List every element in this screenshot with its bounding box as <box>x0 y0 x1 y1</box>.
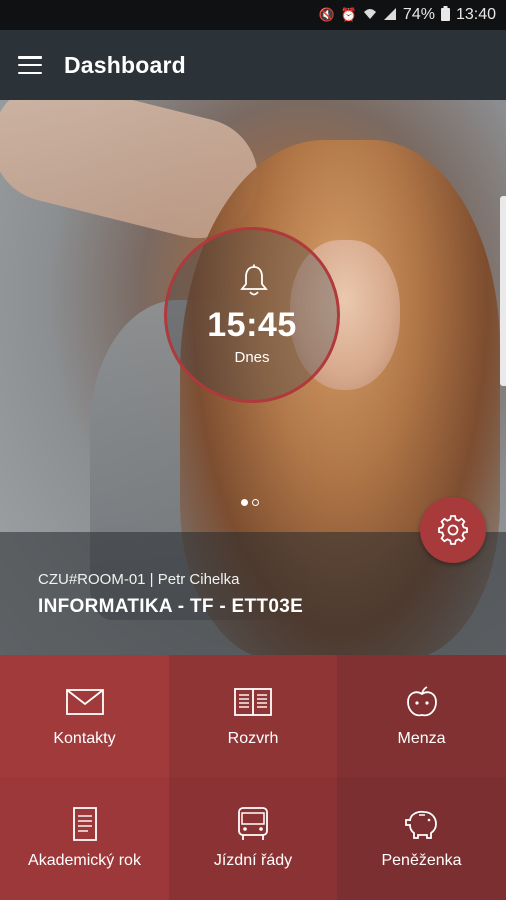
page-title: Dashboard <box>64 51 186 78</box>
tile-label: Jízdní řády <box>213 852 293 869</box>
pager-dot-inactive[interactable] <box>252 499 259 506</box>
gear-icon <box>438 515 468 545</box>
hero-carousel[interactable]: 15:45 Dnes CZU#ROOM-01 | Petr Cihelka IN… <box>0 100 506 655</box>
battery-icon <box>440 6 450 24</box>
tile-label: Akademický rok <box>28 852 141 869</box>
settings-button[interactable] <box>420 497 486 563</box>
book-icon <box>234 688 272 716</box>
tile-label: Peněženka <box>381 852 462 869</box>
pager-dot-active[interactable] <box>241 499 248 506</box>
tile-penezenka[interactable]: Peněženka <box>337 777 506 900</box>
subject-title: INFORMATIKA - TF - ETT03E <box>38 596 304 617</box>
battery-percent: 74% <box>402 6 435 23</box>
hamburger-menu-icon[interactable] <box>18 56 42 74</box>
app-bar: Dashboard <box>0 30 506 100</box>
wifi-icon <box>363 7 377 24</box>
drawer-handle[interactable] <box>500 196 506 386</box>
status-bar: 🔇 ⏰ 74% 13:40 <box>0 0 506 30</box>
alarm-icon: ⏰ <box>340 7 357 22</box>
next-alarm-clock[interactable]: 15:45 Dnes <box>164 227 340 403</box>
tile-jizdni-rady[interactable]: Jízdní řády <box>169 777 337 900</box>
tile-kontakty[interactable]: Kontakty <box>0 655 169 777</box>
bell-icon <box>240 264 268 296</box>
tile-label: Kontakty <box>53 730 116 747</box>
tile-akademicky-rok[interactable]: Akademický rok <box>0 777 169 900</box>
piggy-bank-icon <box>404 810 437 839</box>
pager-indicator <box>241 499 259 506</box>
envelope-icon <box>65 689 104 715</box>
tile-label: Rozvrh <box>227 730 279 747</box>
apple-icon <box>406 686 437 717</box>
tile-label: Menza <box>397 730 446 747</box>
menu-grid: Kontakty Rozvrh Menza Akademický rok Jíz… <box>0 655 506 900</box>
tile-menza[interactable]: Menza <box>337 655 506 777</box>
clock-time: 15:45 <box>207 306 297 344</box>
mute-icon: 🔇 <box>318 7 335 22</box>
signal-icon <box>383 7 397 24</box>
document-icon <box>72 807 97 841</box>
clock-day: Dnes <box>234 349 270 366</box>
status-time: 13:40 <box>455 6 496 23</box>
tile-rozvrh[interactable]: Rozvrh <box>169 655 337 777</box>
bus-icon <box>238 807 268 840</box>
room-info: CZU#ROOM-01 | Petr Cihelka <box>38 571 240 588</box>
